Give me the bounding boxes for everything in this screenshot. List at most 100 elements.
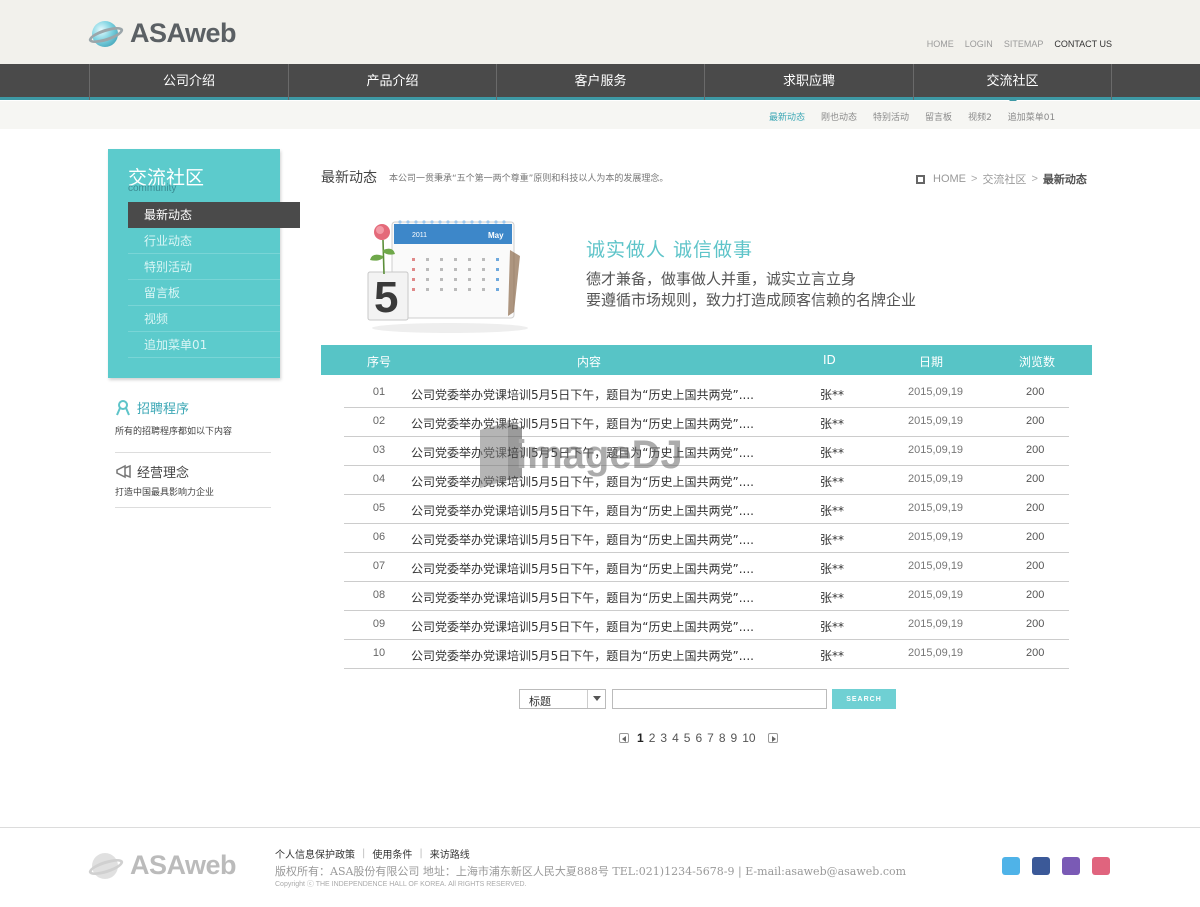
page-title: 最新动态 — [321, 170, 377, 186]
header-content: 内容 — [577, 355, 602, 369]
row-number: 08 — [372, 589, 386, 601]
prev-page-icon[interactable] — [619, 733, 629, 743]
globe-logo-icon — [87, 851, 126, 881]
blog-icon[interactable] — [1092, 857, 1110, 875]
subnav-item-extra[interactable]: 追加菜单01 — [1008, 110, 1055, 123]
search-input[interactable] — [612, 689, 827, 709]
subnav-item-news[interactable]: 最新动态 — [769, 110, 805, 123]
row-date: 2015,09,19 — [908, 531, 964, 543]
logo[interactable]: ASAweb — [87, 18, 237, 49]
table-row[interactable]: 05 公司党委举办党课培训5月5日下午，题目为“历史上国共两党”.... 张** 20… — [344, 495, 1069, 524]
row-number: 02 — [372, 415, 386, 427]
page-link-8[interactable]: 8 — [719, 731, 726, 745]
row-date: 2015,09,19 — [908, 473, 964, 485]
table-row[interactable]: 08 公司党委举办党课培训5月5日下午，题目为“历史上国共两党”.... 张** 20… — [344, 582, 1069, 611]
sidebar-item-news[interactable]: 最新动态 — [128, 202, 300, 228]
recruit-desc: 所有的招聘程序都如以下内容 — [115, 427, 233, 437]
table-row[interactable]: 10 公司党委举办党课培训5月5日下午，题目为“历史上国共两党”.... 张** 20… — [344, 640, 1069, 669]
row-author-id: 张** — [820, 417, 845, 431]
nav-item-community[interactable]: 交流社区 — [914, 64, 1112, 104]
table-row[interactable]: 01 公司党委举办党课培训5月5日下午，题目为“历史上国共两党”.... 张** 20… — [344, 379, 1069, 408]
home-icon — [916, 174, 925, 184]
top-link-home[interactable]: HOME — [927, 39, 954, 49]
breadcrumb-home[interactable]: HOME — [933, 173, 966, 185]
row-date: 2015,09,19 — [908, 386, 964, 398]
footer-logo[interactable]: ASAweb — [87, 850, 237, 881]
footer-link-terms[interactable]: 使用条件 — [372, 846, 412, 861]
footer-link-privacy[interactable]: 个人信息保护政策 — [275, 846, 355, 861]
row-date: 2015,09,19 — [908, 415, 964, 427]
heart-icon[interactable] — [1062, 857, 1080, 875]
page-link-2[interactable]: 2 — [649, 731, 656, 745]
row-content-link[interactable]: 公司党委举办党课培训5月5日下午，题目为“历史上国共两党”.... — [411, 647, 754, 664]
page-link-1[interactable]: 1 — [637, 731, 644, 745]
twitter-icon[interactable] — [1002, 857, 1020, 875]
row-author-id: 张** — [820, 533, 845, 547]
row-date: 2015,09,19 — [908, 502, 964, 514]
subnav-item-board[interactable]: 留言板 — [925, 110, 952, 123]
nav-item-label: 交流社区 — [986, 74, 1039, 89]
page-link-9[interactable]: 9 — [731, 731, 738, 745]
row-content-link[interactable]: 公司党委举办党课培训5月5日下午，题目为“历史上国共两党”.... — [411, 560, 754, 577]
nav-item-jobs[interactable]: 求职应聘 — [705, 64, 914, 100]
subnav-item-industry[interactable]: 刚也动态 — [821, 110, 857, 123]
nav-item-company[interactable]: 公司介绍 — [90, 64, 289, 100]
row-content-link[interactable]: 公司党委举办党课培训5月5日下午，题目为“历史上国共两党”.... — [411, 531, 754, 548]
top-link-contact[interactable]: CONTACT US — [1054, 39, 1112, 49]
sidebar-item-extra[interactable]: 追加菜单01 — [128, 332, 280, 358]
row-number: 05 — [372, 502, 386, 514]
page-link-4[interactable]: 4 — [672, 731, 679, 745]
sidebar-item-board[interactable]: 留言板 — [128, 280, 280, 306]
next-page-icon[interactable] — [767, 733, 778, 743]
table-row[interactable]: 06 公司党委举办党课培训5月5日下午，题目为“历史上国共两党”.... 张** 20… — [344, 524, 1069, 553]
row-date: 2015,09,19 — [908, 589, 964, 601]
page-link-7[interactable]: 7 — [707, 731, 714, 745]
philosophy-title: 经营理念 — [137, 466, 190, 481]
philosophy-box[interactable]: 经营理念 打造中国最具影响力企业 — [115, 462, 271, 508]
page-link-3[interactable]: 3 — [660, 731, 667, 745]
sidebar-item-video[interactable]: 视频 — [128, 306, 280, 332]
top-link-sitemap[interactable]: SITEMAP — [1004, 39, 1044, 49]
row-views: 200 — [1026, 618, 1045, 630]
row-views: 200 — [1026, 473, 1045, 485]
table-row[interactable]: 07 公司党委举办党课培训5月5日下午，题目为“历史上国共两党”.... 张** 20… — [344, 553, 1069, 582]
row-content-link[interactable]: 公司党委举办党课培训5月5日下午，题目为“历史上国共两党”.... — [411, 618, 754, 635]
row-author-id: 张** — [820, 620, 845, 634]
row-number: 06 — [372, 531, 386, 543]
sub-nav: 最新动态 刚也动态 特别活动 留言板 视频2 追加菜单01 — [0, 101, 1200, 129]
footer-link-directions[interactable]: 来访路线 — [430, 846, 470, 861]
facebook-icon[interactable] — [1032, 857, 1050, 875]
row-content-link[interactable]: 公司党委举办党课培训5月5日下午，题目为“历史上国共两党”.... — [411, 589, 754, 606]
recruit-box[interactable]: 招聘程序 所有的招聘程序都如以下内容 — [115, 398, 271, 453]
page-link-6[interactable]: 6 — [695, 731, 702, 745]
search-select-value: 标题 — [529, 695, 551, 708]
header-no: 序号 — [367, 355, 392, 369]
row-content-link[interactable]: 公司党委举办党课培训5月5日下午，题目为“历史上国共两党”.... — [411, 502, 754, 519]
row-author-id: 张** — [820, 504, 845, 518]
search-field-select[interactable]: 标题 — [519, 689, 606, 709]
calendar-month: May — [488, 231, 504, 240]
header-id: ID — [823, 353, 836, 367]
table-row[interactable]: 09 公司党委举办党课培训5月5日下午，题目为“历史上国共两党”.... 张** 20… — [344, 611, 1069, 640]
subnav-item-video[interactable]: 视频2 — [968, 110, 992, 123]
row-views: 200 — [1026, 589, 1045, 601]
page-link-5[interactable]: 5 — [684, 731, 691, 745]
footer-links: 个人信息保护政策 | 使用条件 | 来访路线 — [275, 846, 470, 861]
breadcrumb-section[interactable]: 交流社区 — [982, 171, 1026, 187]
search-button[interactable]: SEARCH — [832, 689, 896, 709]
row-number: 01 — [372, 386, 386, 398]
row-content-link[interactable]: 公司党委举办党课培训5月5日下午，题目为“历史上国共两党”.... — [411, 386, 754, 403]
top-link-login[interactable]: LOGIN — [965, 39, 993, 49]
footer: ASAweb 个人信息保护政策 | 使用条件 | 来访路线 版权所有：ASA股份… — [0, 827, 1200, 907]
nav-item-products[interactable]: 产品介绍 — [289, 64, 497, 100]
nav-item-service[interactable]: 客户服务 — [497, 64, 705, 100]
page-link-10[interactable]: 10 — [742, 731, 755, 745]
row-author-id: 张** — [820, 591, 845, 605]
sidebar: 交流社区 community 最新动态 行业动态 特别活动 留言板 视频 追加菜… — [108, 149, 300, 378]
row-number: 07 — [372, 560, 386, 572]
calendar-number: 5 — [374, 273, 398, 322]
sidebar-item-events[interactable]: 特别活动 — [128, 254, 280, 280]
row-author-id: 张** — [820, 562, 845, 576]
sidebar-item-industry[interactable]: 行业动态 — [128, 228, 280, 254]
subnav-item-events[interactable]: 特别活动 — [873, 110, 909, 123]
